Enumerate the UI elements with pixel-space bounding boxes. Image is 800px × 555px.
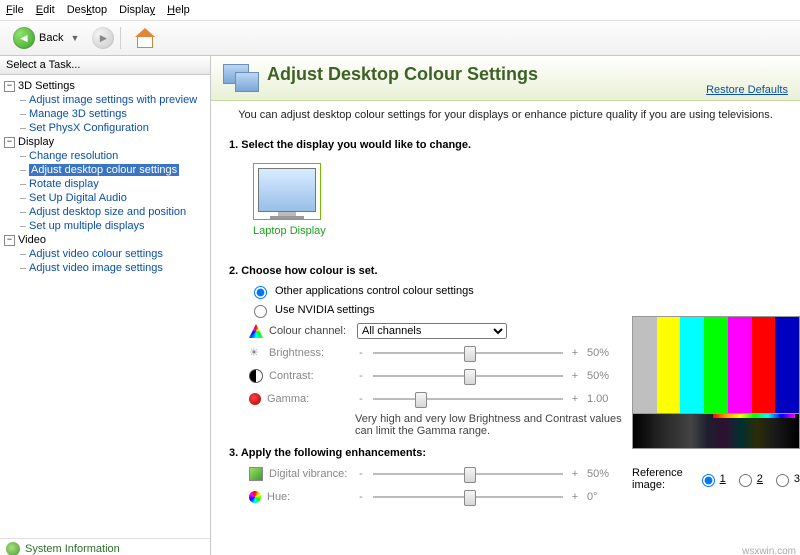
contrast-icon xyxy=(249,369,263,383)
vibrance-icon xyxy=(249,467,263,481)
home-icon xyxy=(134,28,154,48)
minus-icon: − xyxy=(4,137,15,148)
menubar: File Edit Desktop Display Help xyxy=(0,0,800,21)
tree-group-3d[interactable]: −3D Settings xyxy=(2,79,208,93)
menu-display[interactable]: Display xyxy=(119,4,155,16)
preview-panel: Reference image: 1 2 3 xyxy=(632,316,800,491)
colour-bars xyxy=(632,316,800,414)
tree-item-change-res[interactable]: Change resolution xyxy=(18,149,208,163)
brightness-value: 50% xyxy=(587,347,619,359)
back-arrow-icon: ◄ xyxy=(13,27,35,49)
sysinfo-icon xyxy=(6,542,20,555)
step1-heading: 1. Select the display you would like to … xyxy=(229,139,782,151)
vibrance-label: Digital vibrance: xyxy=(269,468,347,480)
system-information[interactable]: System Information xyxy=(0,538,210,555)
vibrance-value: 50% xyxy=(587,468,619,480)
right-panel: Adjust Desktop Colour Settings Restore D… xyxy=(211,56,800,555)
menu-help[interactable]: Help xyxy=(167,4,190,16)
tree-item-manage-3d[interactable]: Manage 3D settings xyxy=(18,107,208,121)
menu-desktop[interactable]: Desktop xyxy=(67,4,107,16)
reference-label: Reference image: xyxy=(632,467,689,491)
gamma-slider[interactable] xyxy=(373,390,563,408)
contrast-slider[interactable] xyxy=(373,367,563,385)
channel-select[interactable]: All channels xyxy=(357,323,507,339)
display-name: Laptop Display xyxy=(253,225,782,237)
radio-other-apps[interactable] xyxy=(254,286,267,299)
gamma-label: Gamma: xyxy=(267,393,309,405)
back-button[interactable]: ◄ Back ▼ xyxy=(6,24,86,52)
toolbar: ◄ Back ▼ ► xyxy=(0,21,800,56)
contrast-value: 50% xyxy=(587,370,619,382)
tree-item-vid-colour[interactable]: Adjust video colour settings xyxy=(18,247,208,261)
radio-other-label: Other applications control colour settin… xyxy=(275,285,474,297)
tree-item-adj-colour[interactable]: Adjust desktop colour settings xyxy=(18,163,208,177)
ref-3[interactable]: 3 xyxy=(771,471,800,487)
minus-icon: − xyxy=(4,81,15,92)
menu-file[interactable]: File xyxy=(6,4,24,16)
page-header: Adjust Desktop Colour Settings Restore D… xyxy=(211,56,800,101)
radio-nvidia-label: Use NVIDIA settings xyxy=(275,304,375,316)
tree-item-adj-image[interactable]: Adjust image settings with preview xyxy=(18,93,208,107)
gamma-value: 1.00 xyxy=(587,393,619,405)
gamma-note: Very high and very low Brightness and Co… xyxy=(355,413,635,437)
home-button[interactable] xyxy=(127,25,161,51)
back-label: Back xyxy=(39,32,63,44)
prism-icon xyxy=(249,324,263,338)
page-title: Adjust Desktop Colour Settings xyxy=(267,64,538,85)
tree-item-physx[interactable]: Set PhysX Configuration xyxy=(18,121,208,135)
task-tree: −3D Settings Adjust image settings with … xyxy=(0,75,210,538)
channel-label: Colour channel: xyxy=(269,325,346,337)
ref-2[interactable]: 2 xyxy=(734,471,763,487)
radio-nvidia[interactable] xyxy=(254,305,267,318)
hue-label: Hue: xyxy=(267,491,290,503)
displays-icon xyxy=(223,64,257,94)
page-subtitle: You can adjust desktop colour settings f… xyxy=(211,101,800,133)
display-selector[interactable] xyxy=(253,163,321,220)
task-header: Select a Task... xyxy=(0,56,210,75)
hue-value: 0° xyxy=(587,491,619,503)
vibrance-slider[interactable] xyxy=(373,465,563,483)
tree-group-display[interactable]: −Display xyxy=(2,135,208,149)
tree-item-multi-disp[interactable]: Set up multiple displays xyxy=(18,219,208,233)
tree-item-rotate[interactable]: Rotate display xyxy=(18,177,208,191)
tree-item-vid-image[interactable]: Adjust video image settings xyxy=(18,261,208,275)
brightness-icon: ☀ xyxy=(249,346,263,360)
step2-heading: 2. Choose how colour is set. xyxy=(229,265,782,277)
monitor-icon xyxy=(258,168,316,212)
contrast-label: Contrast: xyxy=(269,370,314,382)
hue-slider[interactable] xyxy=(373,488,563,506)
gradient-bar xyxy=(632,414,800,449)
watermark: wsxwin.com xyxy=(742,546,796,555)
tree-group-video[interactable]: −Video xyxy=(2,233,208,247)
restore-defaults-link[interactable]: Restore Defaults xyxy=(706,84,788,96)
chevron-down-icon: ▼ xyxy=(70,33,79,43)
ref-1[interactable]: 1 xyxy=(697,471,726,487)
gamma-icon xyxy=(249,393,261,405)
minus-icon: − xyxy=(4,235,15,246)
left-panel: Select a Task... −3D Settings Adjust ima… xyxy=(0,56,211,555)
brightness-slider[interactable] xyxy=(373,344,563,362)
forward-button[interactable]: ► xyxy=(92,27,114,49)
toolbar-separator xyxy=(120,27,121,49)
brightness-label: Brightness: xyxy=(269,347,324,359)
menu-edit[interactable]: Edit xyxy=(36,4,55,16)
hue-icon xyxy=(249,491,261,503)
tree-item-digital-audio[interactable]: Set Up Digital Audio xyxy=(18,191,208,205)
tree-item-size-pos[interactable]: Adjust desktop size and position xyxy=(18,205,208,219)
